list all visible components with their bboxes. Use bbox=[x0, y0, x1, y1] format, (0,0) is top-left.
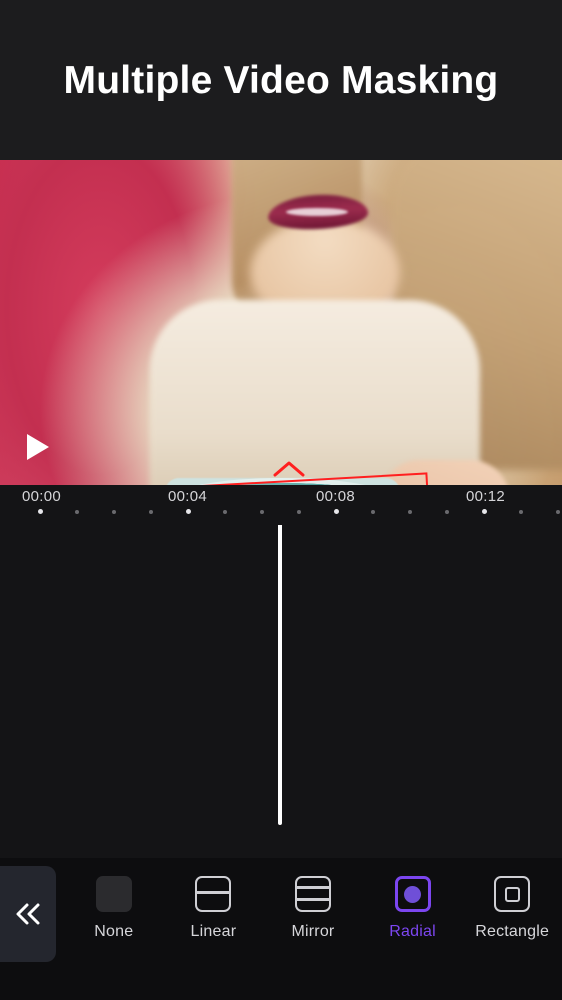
double-chevron-left-icon[interactable] bbox=[0, 866, 56, 962]
timeline-ruler[interactable]: 00:00 00:04 00:08 00:12 bbox=[0, 485, 562, 525]
ruler-tick bbox=[149, 510, 153, 514]
bottom-toolbar: None Linear Mirror Radial Rectangle bbox=[0, 858, 562, 1000]
mask-option-label: Radial bbox=[389, 923, 436, 940]
ruler-tick bbox=[371, 510, 375, 514]
ruler-tick bbox=[445, 510, 449, 514]
mask-option-radial[interactable]: Radial bbox=[363, 858, 463, 941]
mask-option-rectangle[interactable]: Rectangle bbox=[462, 858, 562, 941]
mask-mirror-icon bbox=[294, 876, 331, 912]
ruler-tick bbox=[482, 509, 487, 514]
app-header: Multiple Video Masking bbox=[0, 0, 562, 160]
mask-rectangle-icon bbox=[494, 876, 531, 912]
preview-sweater bbox=[150, 300, 480, 485]
ruler-tick bbox=[260, 510, 264, 514]
mask-option-mirror[interactable]: Mirror bbox=[263, 858, 363, 941]
ruler-tick bbox=[186, 509, 191, 514]
video-preview[interactable] bbox=[0, 160, 562, 485]
mask-none-icon bbox=[95, 876, 132, 912]
ruler-tick bbox=[75, 510, 79, 514]
mask-option-none[interactable]: None bbox=[64, 858, 164, 941]
page-title: Multiple Video Masking bbox=[63, 58, 499, 102]
video-editor-app: Multiple Video Masking 00:00 00:04 00:08… bbox=[0, 0, 562, 1000]
ruler-tick bbox=[297, 510, 301, 514]
ruler-label: 00:08 bbox=[316, 488, 356, 505]
ruler-tick bbox=[223, 510, 227, 514]
ruler-tick bbox=[334, 509, 339, 514]
ruler-label: 00:04 bbox=[168, 488, 208, 505]
mask-option-label: Mirror bbox=[291, 923, 335, 940]
ruler-tick bbox=[556, 510, 560, 514]
play-icon[interactable] bbox=[16, 427, 56, 467]
mask-option-linear[interactable]: Linear bbox=[164, 858, 264, 941]
ruler-tick bbox=[519, 510, 523, 514]
ruler-label: 00:00 bbox=[22, 488, 62, 505]
ruler-label: 00:12 bbox=[466, 488, 506, 505]
mask-option-label: None bbox=[94, 923, 134, 940]
mask-option-label: Linear bbox=[190, 923, 237, 940]
ruler-tick bbox=[112, 510, 116, 514]
timeline-area[interactable]: 00:03 bbox=[0, 525, 562, 858]
mask-linear-icon bbox=[195, 876, 232, 912]
mask-option-list: None Linear Mirror Radial Rectangle bbox=[64, 858, 562, 966]
playhead[interactable] bbox=[278, 525, 282, 825]
ruler-tick bbox=[38, 509, 43, 514]
ruler-tick bbox=[408, 510, 412, 514]
preview-teeth bbox=[286, 208, 348, 216]
mask-option-label: Rectangle bbox=[475, 923, 550, 940]
mask-radial-icon bbox=[394, 876, 431, 912]
chevron-up-icon[interactable] bbox=[272, 460, 306, 478]
